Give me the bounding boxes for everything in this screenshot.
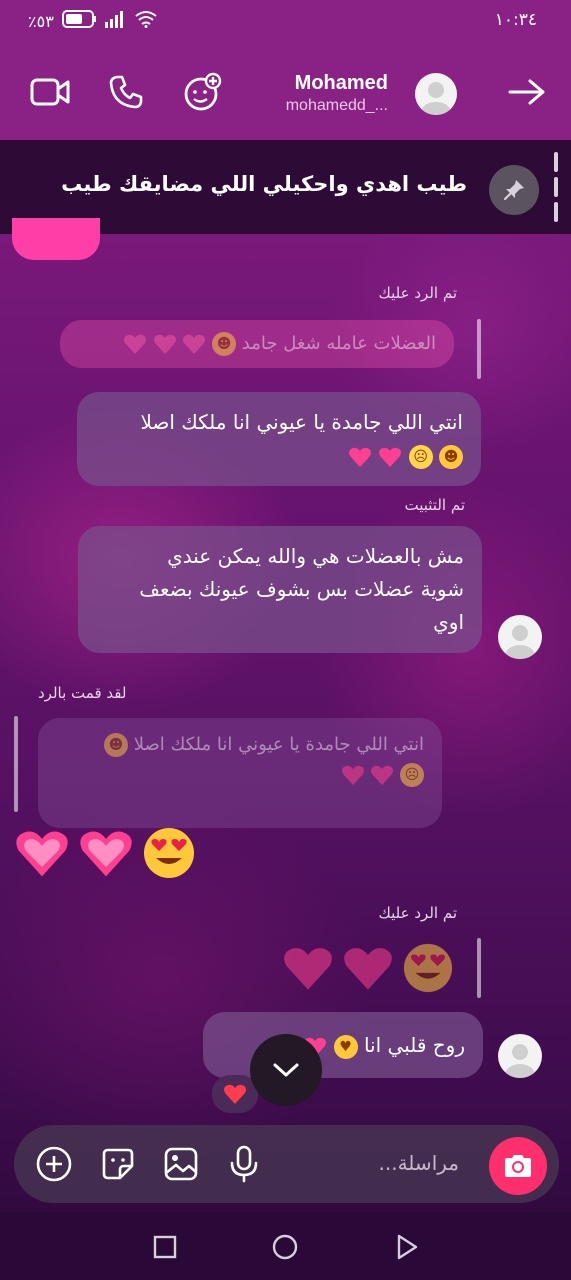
- contact-avatar[interactable]: [415, 73, 457, 115]
- pin-icon: [489, 165, 539, 215]
- message-bubble[interactable]: مش بالعضلات هي والله يمكن عندي شوية عضلا…: [78, 526, 482, 653]
- reply-label: تم الرد عليك: [378, 904, 457, 922]
- message-text: مش بالعضلات هي والله يمكن عندي: [167, 544, 464, 568]
- chevron-down-icon: [273, 1063, 299, 1077]
- laughing-emoji-icon: ☻: [212, 332, 237, 356]
- heart-icon: [341, 765, 364, 785]
- home-button[interactable]: [270, 1232, 300, 1262]
- message-text: انتي اللي جامدة يا عيوني انا ملكك اصلا: [140, 410, 463, 434]
- message-text: روح قلبي انا: [363, 1033, 465, 1057]
- battery-text: ٪٥٣: [28, 11, 54, 31]
- contact-title[interactable]: Mohamed mohamedd_...: [286, 72, 388, 115]
- message-bubble[interactable]: انتي اللي جامدة يا عيوني انا ملكك اصلا ☻…: [77, 392, 481, 486]
- add-icon[interactable]: [34, 1144, 74, 1184]
- status-bar: ٪٥٣ ١٠:٣٤: [0, 0, 571, 42]
- back-button[interactable]: [392, 1232, 422, 1262]
- heart-eyes-emoji-icon: ♥: [333, 1034, 358, 1059]
- crying-emoji-icon: ☹: [408, 444, 433, 469]
- contact-username: mohamedd_...: [285, 97, 388, 114]
- reply-label: تم الرد عليك: [378, 284, 457, 302]
- reply-bar: [14, 716, 18, 812]
- heart-eyes-emoji-icon: [403, 943, 453, 993]
- red-heart-icon: [224, 1084, 246, 1104]
- reply-bar: [477, 319, 481, 379]
- laughing-emoji-icon: ☻: [439, 444, 463, 469]
- gallery-icon[interactable]: [161, 1144, 201, 1184]
- sender-avatar[interactable]: [498, 1034, 542, 1078]
- heart-icon: [348, 447, 371, 467]
- laughing-emoji-icon: ☻: [103, 733, 128, 757]
- quoted-text: العضلات عامله شغل جامد: [241, 333, 436, 354]
- chat-header: Mohamed mohamedd_...: [0, 42, 571, 140]
- sticker-icon[interactable]: [98, 1144, 138, 1184]
- message-text: شوية عضلات بس بشوف عيونك بضعف: [139, 577, 464, 601]
- heart-icon: [371, 765, 394, 785]
- you-replied-label: لقد قمت بالرد: [38, 684, 127, 702]
- message-bubble[interactable]: روح قلبي انا ♥: [203, 1012, 483, 1078]
- message-text: اوي: [433, 610, 464, 634]
- video-call-icon[interactable]: [30, 72, 70, 112]
- battery-icon: [61, 10, 96, 32]
- sender-avatar[interactable]: [498, 615, 542, 659]
- emoji-message[interactable]: [14, 826, 196, 880]
- crying-emoji-icon: ☹: [400, 763, 424, 787]
- quoted-message[interactable]: العضلات عامله شغل جامد ☻: [60, 320, 454, 368]
- signal-icon: [104, 10, 126, 32]
- quoted-message[interactable]: انتي اللي جامدة يا عيوني انا ملكك اصلا ☻…: [38, 718, 442, 828]
- contact-name: Mohamed: [294, 72, 388, 94]
- heart-icon: [379, 447, 402, 467]
- pinned-indicator: [554, 152, 558, 222]
- back-arrow-icon[interactable]: [507, 72, 547, 112]
- message-composer: مراسلة...: [14, 1125, 559, 1203]
- emoji-row: ☻ ☹: [95, 439, 463, 472]
- quoted-emoji-message[interactable]: [282, 942, 454, 994]
- scroll-to-bottom-button[interactable]: [250, 1034, 322, 1106]
- system-nav-bar: [0, 1212, 571, 1280]
- recents-button[interactable]: [150, 1232, 180, 1262]
- message-bubble-partial[interactable]: [12, 218, 100, 260]
- message-input[interactable]: مراسلة...: [379, 1151, 459, 1175]
- heart-icon: [123, 334, 146, 354]
- heart-icon: [153, 334, 176, 354]
- heart-eyes-emoji-icon: [144, 828, 194, 878]
- quoted-text: انتي اللي جامدة يا عيوني انا ملكك اصلا: [133, 734, 424, 755]
- pinned-label: تم التثبيت: [404, 496, 466, 514]
- clock: ١٠:٣٤: [494, 10, 537, 30]
- status-icons: ٪٥٣: [28, 10, 158, 32]
- camera-icon: [505, 1155, 531, 1177]
- reply-bar: [477, 938, 481, 998]
- pinned-message-text: طيب اهدي واحكيلي اللي مضايقك طيب: [61, 172, 467, 196]
- heart-icon: [80, 831, 132, 877]
- camera-button[interactable]: [489, 1137, 547, 1195]
- effects-icon[interactable]: [182, 72, 222, 112]
- microphone-icon[interactable]: [224, 1144, 264, 1184]
- heart-icon: [284, 948, 332, 990]
- heart-icon: [183, 334, 206, 354]
- wifi-icon: [134, 10, 158, 32]
- heart-icon: [344, 948, 392, 990]
- heart-icon: [16, 831, 68, 877]
- phone-icon[interactable]: [106, 72, 146, 112]
